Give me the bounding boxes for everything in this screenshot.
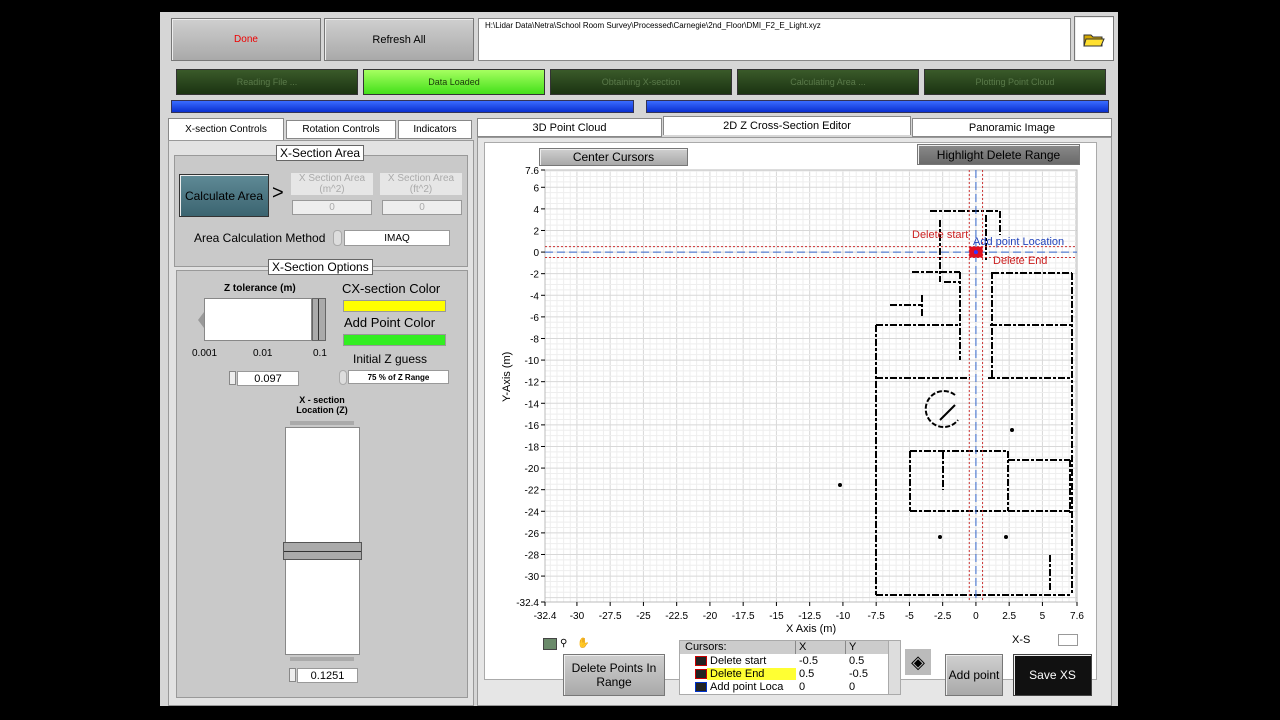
x-tick-label: -25 xyxy=(636,611,651,622)
x-tick-label: -30 xyxy=(570,611,585,622)
x-tick-label: -27.5 xyxy=(599,611,622,622)
delete-end-label: Delete End xyxy=(993,255,1047,267)
cross-section-plot[interactable]: -32.4 -30 -27.5 -25 -22.5 -20 -17.5 -15 -12.5 -10… xyxy=(0,0,1280,720)
x-tick-label: -10 xyxy=(836,611,851,622)
y-tick-label: -10 xyxy=(525,356,540,367)
point-cloud-point xyxy=(1010,428,1014,432)
x-tick-label: 2.5 xyxy=(1002,611,1016,622)
y-tick-label: -14 xyxy=(525,399,540,410)
x-tick-label: -5 xyxy=(905,611,914,622)
y-tick-label: -4 xyxy=(530,291,539,302)
y-tick-label: -28 xyxy=(525,550,540,561)
point-cloud-point xyxy=(938,535,942,539)
y-tick-label: 7.6 xyxy=(525,166,539,177)
y-tick-label: -12 xyxy=(525,378,540,389)
y-tick-label: -30 xyxy=(525,572,540,583)
x-tick-label: -12.5 xyxy=(798,611,821,622)
y-tick-label: -24 xyxy=(525,507,540,518)
point-cloud-point xyxy=(838,483,842,487)
y-tick-label: -2 xyxy=(530,270,539,281)
y-tick-label: 2 xyxy=(533,226,539,237)
plot-area xyxy=(544,169,1078,603)
y-tick-label: -18 xyxy=(525,442,540,453)
x-tick-label: -7.5 xyxy=(868,611,886,622)
y-tick-label: 0 xyxy=(533,248,539,259)
add-point-marker xyxy=(973,250,978,255)
x-tick-label: -2.5 xyxy=(934,611,952,622)
x-tick-label: 5 xyxy=(1040,611,1046,622)
x-tick-label: -15 xyxy=(769,611,784,622)
y-tick-label: 4 xyxy=(533,205,539,216)
add-point-label: Add point Location xyxy=(973,236,1064,248)
y-tick-label: -32.4 xyxy=(516,598,539,609)
y-tick-label: 6 xyxy=(533,183,539,194)
delete-start-label: Delete start xyxy=(912,229,968,241)
point-cloud-point xyxy=(1004,535,1008,539)
x-tick-label: -20 xyxy=(703,611,718,622)
x-tick-label: -17.5 xyxy=(732,611,755,622)
y-tick-label: -8 xyxy=(530,334,539,345)
y-tick-label: -20 xyxy=(525,464,540,475)
y-tick-label: -26 xyxy=(525,529,540,540)
x-tick-label: 7.6 xyxy=(1070,611,1084,622)
x-tick-label: 0 xyxy=(973,611,979,622)
y-tick-label: -22 xyxy=(525,486,540,497)
x-tick-label: -32.4 xyxy=(534,611,557,622)
y-tick-label: -6 xyxy=(530,313,539,324)
x-tick-label: -22.5 xyxy=(665,611,688,622)
y-tick-label: -16 xyxy=(525,421,540,432)
